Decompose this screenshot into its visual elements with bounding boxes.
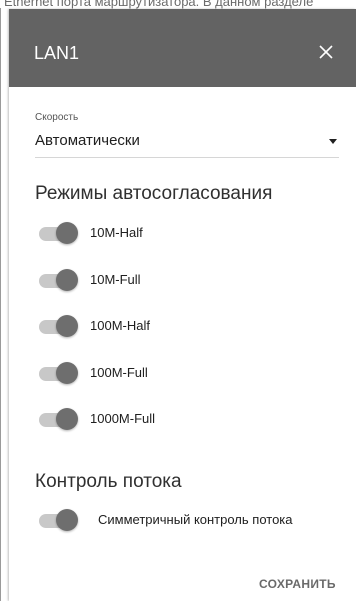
toggle-switch[interactable] (39, 315, 78, 339)
toggle-switch[interactable] (39, 362, 78, 386)
toggle-knob (56, 408, 78, 430)
toggle-knob (56, 315, 78, 337)
close-button[interactable] (316, 42, 336, 62)
dialog-header: LAN1 (9, 9, 356, 87)
toggle-label: 10M-Half (90, 225, 143, 240)
toggle-knob (56, 269, 78, 291)
caret-down-icon (329, 139, 337, 144)
toggle-switch[interactable] (39, 222, 78, 246)
toggle-knob (56, 362, 78, 384)
toggle-switch[interactable] (39, 408, 78, 432)
toggle-knob (56, 222, 78, 244)
background-page-text: Ethernet порта маршрутизатора. В данном … (4, 0, 314, 9)
toggle-label: 100M-Full (90, 365, 148, 380)
lan-settings-dialog: LAN1 Скорость Автоматически Режимы автос… (9, 9, 356, 601)
toggle-label: Симметричный контроль потока (98, 512, 293, 527)
toggle-switch[interactable] (39, 269, 78, 293)
toggle-label: 1000M-Full (90, 411, 156, 426)
toggle-label: 100M-Half (90, 318, 150, 333)
toggle-label: 10M-Full (90, 272, 141, 287)
save-button[interactable]: СОХРАНИТЬ (259, 577, 336, 591)
toggle-switch[interactable] (39, 509, 78, 533)
autoneg-section-title: Режимы автосогласования (35, 183, 273, 204)
speed-select-value: Автоматически (35, 132, 140, 149)
page-divider (0, 8, 1, 601)
flow-control-section-title: Контроль потока (35, 471, 182, 492)
close-icon (319, 45, 333, 59)
speed-label: Скорость (35, 112, 79, 123)
dialog-title: LAN1 (34, 43, 80, 63)
speed-select[interactable]: Автоматически (35, 127, 339, 158)
toggle-knob (56, 509, 78, 531)
